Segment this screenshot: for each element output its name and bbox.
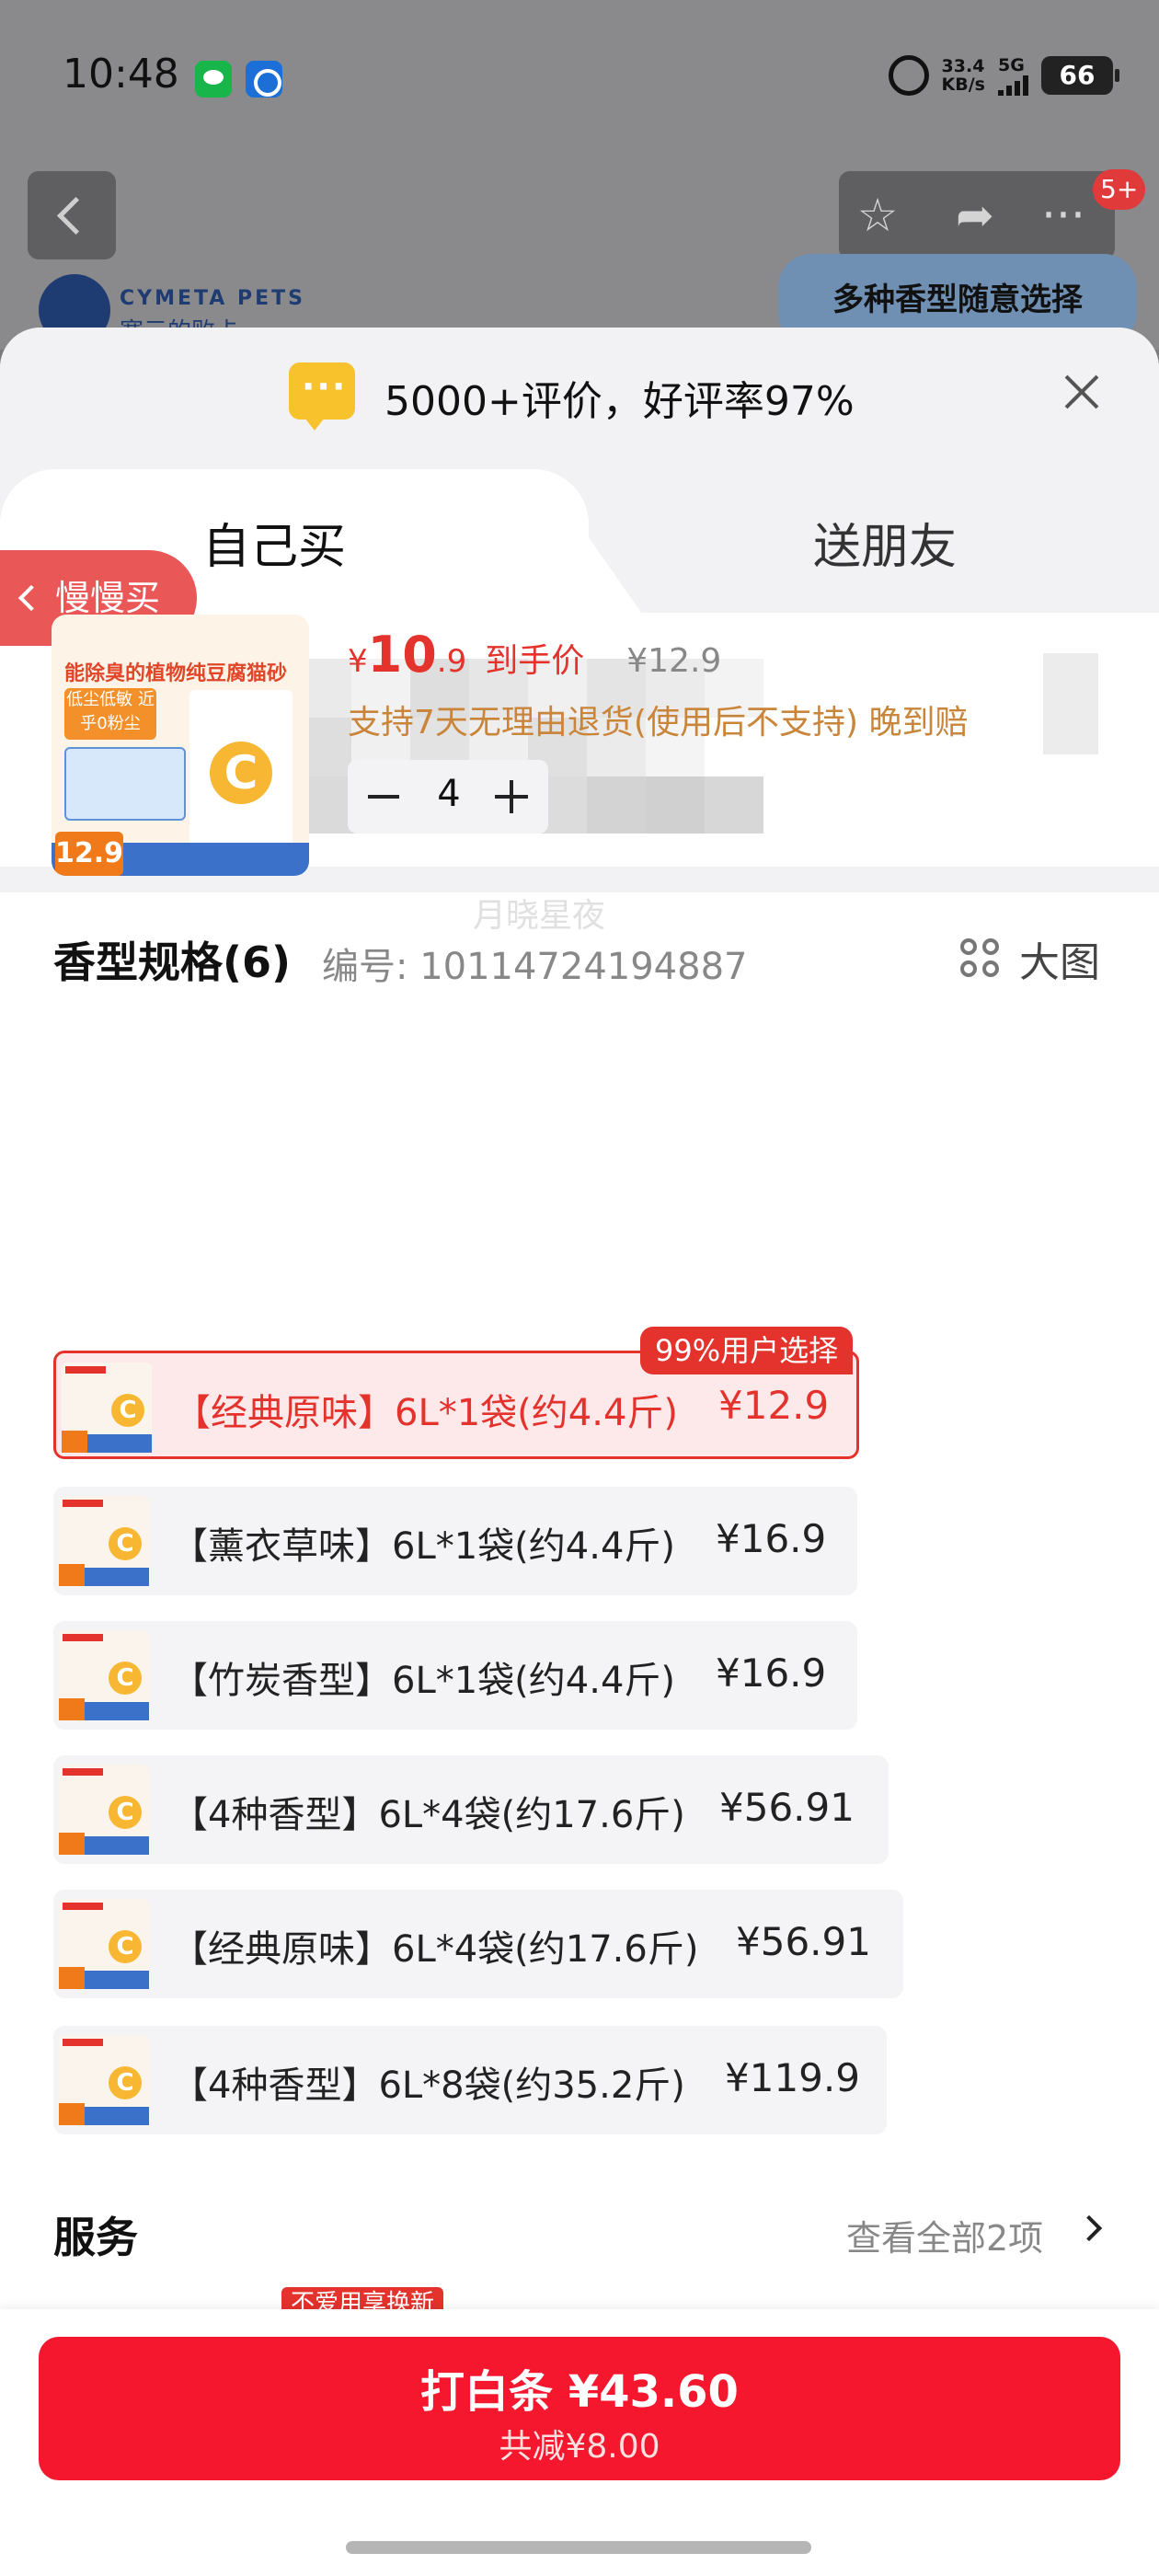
- checkout-bar: 打白条 ¥43.60 共减¥8.00: [0, 2309, 1159, 2576]
- network-type: 5G: [998, 55, 1025, 75]
- spec-option[interactable]: 【竹炭香型】6L*1袋(约4.4斤) ¥16.9: [53, 1621, 857, 1730]
- net-speed-value: 33.4: [941, 56, 985, 76]
- return-policy: 支持7天无理由退货(使用后不支持) 晚到赔: [348, 704, 969, 742]
- price-line: ¥ 10 .9 到手价 ¥12.9: [348, 626, 721, 684]
- spec-price: ¥16.9: [716, 1650, 827, 1696]
- close-icon[interactable]: [1060, 370, 1104, 414]
- minus-icon[interactable]: [368, 795, 399, 799]
- tab-self[interactable]: 自己买: [202, 508, 346, 577]
- pay-with-baitiao-button[interactable]: 打白条 ¥43.60 共减¥8.00: [39, 2337, 1120, 2480]
- back-button[interactable]: [28, 171, 116, 259]
- battery-icon: 66: [1041, 56, 1119, 95]
- price-currency: ¥: [348, 643, 368, 680]
- spec-name: 【4种香型】6L*4袋(约17.6斤): [171, 1794, 685, 1836]
- quantity-value[interactable]: 4: [430, 773, 467, 815]
- app-notification-icon: [246, 61, 282, 98]
- home-indicator[interactable]: [346, 2541, 811, 2554]
- spec-name: 【4种香型】6L*8袋(约35.2斤): [171, 2064, 685, 2107]
- brand-name-en: CYMETA PETS: [120, 287, 305, 310]
- spec-name: 【经典原味】6L*4袋(约17.6斤): [171, 1928, 699, 1971]
- spec-price: ¥119.9: [725, 2055, 860, 2100]
- more-icon[interactable]: ···: [1036, 188, 1091, 243]
- spec-name: 【薰衣草味】6L*1袋(约4.4斤): [171, 1525, 676, 1568]
- alarm-icon: [888, 55, 929, 96]
- plus-icon[interactable]: [495, 780, 528, 813]
- share-icon[interactable]: ➦: [947, 188, 1003, 243]
- watermark: 月晓星夜: [473, 897, 606, 935]
- spec-price: ¥16.9: [716, 1516, 827, 1561]
- service-title: 服务: [53, 2213, 138, 2262]
- original-price: ¥12.9: [626, 642, 722, 680]
- popular-badge: 99%用户选择: [640, 1327, 854, 1374]
- status-bar: 10:48 33.4 KB/s 5G 66: [0, 0, 1159, 156]
- spec-title: 香型规格(6): [53, 937, 292, 987]
- net-speed-unit: KB/s: [941, 75, 985, 95]
- spec-option[interactable]: 【经典原味】6L*4袋(约17.6斤) ¥56.91: [53, 1890, 903, 1998]
- spec-option[interactable]: 【4种香型】6L*4袋(约17.6斤) ¥56.91: [53, 1755, 889, 1864]
- status-time: 10:48: [63, 51, 179, 98]
- price-decimal: .9: [436, 643, 467, 680]
- price-integer: 10: [367, 626, 437, 684]
- star-icon[interactable]: ☆: [850, 188, 905, 243]
- wechat-icon: [195, 61, 232, 98]
- quantity-stepper: 4: [348, 760, 548, 834]
- net-speed: 33.4 KB/s: [942, 57, 985, 94]
- signal-icon: 5G: [998, 55, 1028, 96]
- spec-name: 【竹炭香型】6L*1袋(约4.4斤): [171, 1660, 676, 1702]
- top-actions: ☆ ➦ ···: [839, 171, 1115, 259]
- spec-name: 【经典原味】6L*1袋(约4.4斤): [174, 1392, 679, 1434]
- service-view-all[interactable]: 查看全部2项: [846, 2210, 1043, 2260]
- spec-price: ¥56.91: [719, 1785, 855, 1830]
- grid-icon[interactable]: [960, 935, 1006, 981]
- review-summary: 5000+评价，好评率97%: [384, 378, 855, 425]
- spec-option[interactable]: 【薰衣草味】6L*1袋(约4.4斤) ¥16.9: [53, 1487, 857, 1595]
- spec-price: ¥56.91: [736, 1919, 871, 1964]
- price-label: 到手价: [485, 642, 585, 680]
- spec-option[interactable]: 【4种香型】6L*8袋(约35.2斤) ¥119.9: [53, 2026, 887, 2134]
- tab-friend[interactable]: 送朋友: [813, 508, 957, 577]
- product-code: 编号: 10114724194887: [322, 946, 748, 988]
- pay-button-label: 打白条 ¥43.60: [420, 2366, 739, 2418]
- status-icons: 33.4 KB/s 5G 66: [888, 55, 1119, 96]
- big-view-button[interactable]: 大图: [1019, 929, 1100, 988]
- pay-button-discount: 共减¥8.00: [499, 2428, 660, 2466]
- spec-price: ¥12.9: [718, 1383, 830, 1428]
- cart-badge: 5+: [1093, 169, 1146, 210]
- product-image[interactable]: 能除臭的植物纯豆腐猫砂 低尘低敏 近乎0粉尘 12.9: [52, 615, 309, 876]
